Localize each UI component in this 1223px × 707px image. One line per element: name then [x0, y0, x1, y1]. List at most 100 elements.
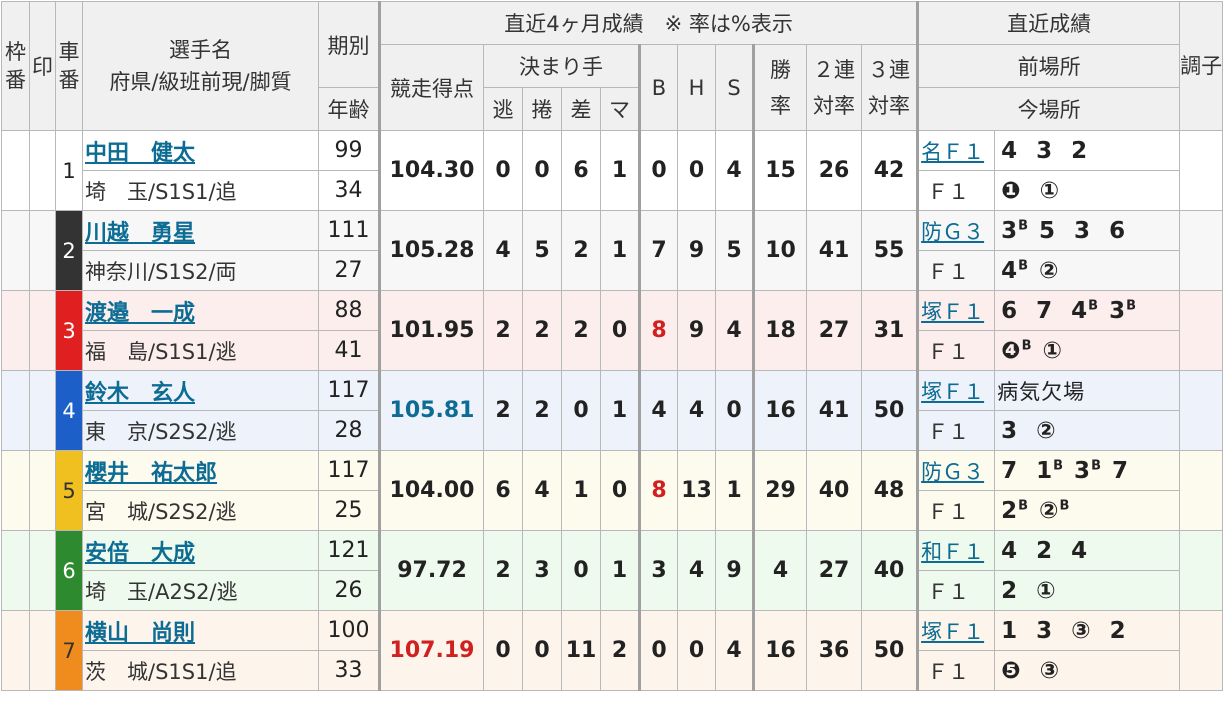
race-score: 105.81 — [378, 370, 484, 451]
racer-name-link[interactable]: 中田 健太 — [85, 141, 195, 166]
quinella-rate: 36 — [806, 610, 862, 691]
curr-venue-label: Ｆ１ — [927, 659, 970, 684]
quinella-rate: 41 — [806, 370, 862, 451]
racer-info: 宮 城/S2S2/逃 — [82, 490, 319, 531]
car-number: 1 — [55, 130, 83, 211]
car-number: 7 — [55, 610, 83, 691]
prev-venue-note: 病気欠場 — [997, 379, 1086, 404]
trio-rate: 48 — [860, 450, 919, 531]
result-token: ②B — [1039, 497, 1071, 524]
result-token: 1 — [1001, 617, 1019, 644]
result-token: 7 — [1111, 457, 1129, 484]
age: 27 — [318, 250, 380, 291]
stat-s: 5 — [715, 210, 754, 291]
curr-venue-label: Ｆ１ — [927, 179, 970, 204]
prev-venue-link[interactable]: 塚Ｆ１ — [921, 380, 984, 404]
kimarite-sashi: 0 — [561, 370, 601, 451]
kimarite-ma: 0 — [600, 450, 640, 531]
prev-venue-link[interactable]: 名Ｆ１ — [921, 140, 984, 164]
curr-venue-label: Ｆ１ — [927, 259, 970, 284]
result-token: ❶ — [1001, 177, 1022, 204]
win-rate: 4 — [752, 530, 807, 611]
kimarite-nige: 2 — [483, 530, 523, 611]
racer-name-link[interactable]: 櫻井 祐太郎 — [85, 461, 217, 486]
header-score: 競走得点 — [378, 44, 484, 131]
curr-venue-label-cell: Ｆ１ — [916, 650, 996, 691]
kimarite-ma: 1 — [600, 530, 640, 611]
result-token: ③ — [1039, 657, 1061, 684]
stat-h: 0 — [677, 130, 716, 211]
stat-h: 4 — [677, 530, 716, 611]
win-rate: 16 — [752, 370, 807, 451]
prev-venue-link[interactable]: 塚Ｆ１ — [921, 620, 984, 644]
racer-name-link[interactable]: 安倍 大成 — [85, 541, 195, 566]
header-sha: 車番 — [55, 1, 83, 131]
prev-venue-link[interactable]: 塚Ｆ１ — [921, 300, 984, 324]
car-number: 6 — [55, 530, 83, 611]
result-token: 4B — [1001, 257, 1030, 284]
result-token: 7 — [1036, 297, 1054, 324]
header-nige: 逃 — [483, 87, 523, 131]
header-ma: マ — [600, 87, 640, 131]
kimarite-nige: 6 — [483, 450, 523, 531]
curr-venue-label: Ｆ１ — [927, 579, 970, 604]
result-token: ① — [1036, 577, 1057, 604]
header-shoritsu: 勝率 — [752, 44, 807, 131]
result-token: 3 — [1001, 417, 1019, 444]
race-entry-table: 枠番 印 車番 選手名 府県/級班前現/脚質 期別 直近4ヶ月成績 ※ 率は%表… — [1, 1, 1223, 691]
kimarite-makuri: 4 — [522, 450, 562, 531]
race-score: 104.00 — [378, 450, 484, 531]
racer-row: 6 安倍 大成 121 97.72 2 3 0 1 3 4 9 4 27 40 和Ｆ１ 4 2 4 — [1, 530, 1223, 611]
header-kibetsu: 期別 — [318, 1, 380, 88]
prev-venue-results: 7 1B 3B 7 — [994, 450, 1181, 491]
header-name: 選手名 府県/級班前現/脚質 — [82, 1, 319, 131]
racer-row: 4 鈴木 玄人 117 105.81 2 2 0 1 4 4 0 16 41 50 塚Ｆ１ 病気欠場 — [1, 370, 1223, 451]
header-niren: ２連対率 — [806, 44, 862, 131]
racer-name-link[interactable]: 渡邉 一成 — [85, 301, 195, 326]
racer-name-link[interactable]: 川越 勇星 — [85, 221, 195, 246]
racer-name-link[interactable]: 鈴木 玄人 — [85, 381, 195, 406]
stat-b: 8 — [638, 290, 678, 371]
prev-venue-link-cell: 防Ｇ３ — [916, 450, 996, 491]
waku-cell — [1, 370, 30, 451]
stat-h: 0 — [677, 610, 716, 691]
racer-info: 神奈川/S1S2/両 — [82, 250, 319, 291]
prev-venue-results: 病気欠場 — [994, 370, 1181, 411]
result-token: 2 — [1109, 617, 1127, 644]
stat-b: 3 — [638, 530, 678, 611]
quinella-rate: 26 — [806, 130, 862, 211]
kimarite-sashi: 2 — [561, 210, 601, 291]
choushi-cell — [1179, 530, 1223, 611]
header-curr-venue: 今場所 — [916, 87, 1181, 131]
result-bank-mark: B — [1018, 497, 1030, 513]
kibetsu: 99 — [318, 130, 380, 171]
shirushi-cell — [29, 610, 56, 691]
stat-s: 4 — [715, 610, 754, 691]
table-header: 枠番 印 車番 選手名 府県/級班前現/脚質 期別 直近4ヶ月成績 ※ 率は%表… — [1, 1, 1223, 131]
stat-s: 1 — [715, 450, 754, 531]
car-number: 3 — [55, 290, 83, 371]
racer-name-cell: 川越 勇星 — [82, 210, 319, 251]
curr-venue-results: ❺③ — [994, 650, 1181, 691]
prev-venue-link[interactable]: 防Ｇ３ — [921, 460, 984, 484]
waku-cell — [1, 610, 30, 691]
racer-name-cell: 横山 尚則 — [82, 610, 319, 651]
table-body: 1 中田 健太 99 104.30 0 0 6 1 0 0 4 15 26 42 名Ｆ１ 4 3 2 埼 玉/S1S… — [1, 130, 1223, 691]
prev-venue-link-cell: 塚Ｆ１ — [916, 610, 996, 651]
result-bank-mark: B — [1126, 297, 1137, 313]
racer-name-link[interactable]: 横山 尚則 — [85, 621, 195, 646]
header-recent-results: 直近成績 — [916, 1, 1181, 45]
result-token: 3 — [1036, 617, 1054, 644]
choushi-cell — [1179, 450, 1223, 531]
prev-venue-link[interactable]: 和Ｆ１ — [921, 540, 984, 564]
kibetsu: 88 — [318, 290, 380, 331]
waku-cell — [1, 530, 30, 611]
prev-venue-link[interactable]: 防Ｇ３ — [921, 220, 984, 244]
racer-row: 5 櫻井 祐太郎 117 104.00 6 4 1 0 8 13 1 29 40 48 防Ｇ３ 7 1B 3B 7 — [1, 450, 1223, 531]
shirushi-cell — [29, 290, 56, 371]
result-token: 3 — [1074, 217, 1092, 244]
kimarite-sashi: 11 — [561, 610, 601, 691]
stat-b: 0 — [638, 130, 678, 211]
result-token: 4 — [1001, 137, 1019, 164]
result-token: ② — [1039, 257, 1060, 284]
